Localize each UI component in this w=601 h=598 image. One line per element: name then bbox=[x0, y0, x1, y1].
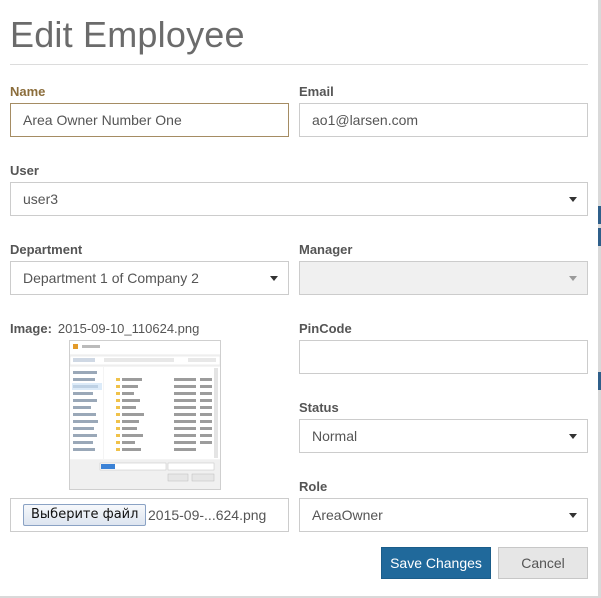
image-label-text: Image: bbox=[10, 321, 52, 336]
pincode-input[interactable] bbox=[299, 340, 588, 374]
user-select[interactable]: user3 bbox=[10, 182, 588, 216]
save-changes-button[interactable]: Save Changes bbox=[381, 547, 491, 579]
department-label: Department bbox=[10, 242, 83, 257]
chevron-down-icon bbox=[569, 276, 577, 281]
name-label: Name bbox=[10, 84, 46, 99]
role-select-value: AreaOwner bbox=[312, 507, 383, 523]
dialog-title: Edit Employee bbox=[10, 14, 245, 55]
status-select-value: Normal bbox=[312, 428, 358, 444]
department-select-value: Department 1 of Company 2 bbox=[23, 270, 199, 286]
image-current-file: 2015-09-10_110624.png bbox=[57, 321, 200, 336]
image-label: Image: 2015-09-10_110624.png bbox=[10, 321, 199, 336]
chevron-down-icon bbox=[569, 513, 577, 518]
title-divider bbox=[10, 64, 588, 65]
cancel-button[interactable]: Cancel bbox=[498, 547, 588, 579]
chevron-down-icon bbox=[569, 197, 577, 202]
status-select[interactable]: Normal bbox=[299, 419, 588, 453]
pincode-label: PinCode bbox=[299, 321, 352, 336]
chosen-file-name: 2015-09-...624.png bbox=[148, 507, 267, 523]
email-input[interactable]: ao1@larsen.com bbox=[299, 103, 588, 137]
role-label: Role bbox=[299, 479, 328, 494]
user-label: User bbox=[10, 163, 39, 178]
image-preview bbox=[69, 340, 221, 490]
user-select-value: user3 bbox=[23, 191, 59, 207]
chevron-down-icon bbox=[569, 434, 577, 439]
email-label: Email bbox=[299, 84, 334, 99]
name-input[interactable]: Area Owner Number One bbox=[10, 103, 289, 137]
chevron-down-icon bbox=[270, 276, 278, 281]
choose-file-button[interactable]: Выберите файл bbox=[23, 504, 147, 526]
department-select[interactable]: Department 1 of Company 2 bbox=[10, 261, 289, 295]
manager-label: Manager bbox=[299, 242, 353, 257]
status-label: Status bbox=[299, 400, 339, 415]
role-select[interactable]: AreaOwner bbox=[299, 498, 588, 532]
manager-select[interactable] bbox=[299, 261, 588, 295]
file-input: Выберите файл 2015-09-...624.png bbox=[10, 498, 289, 532]
